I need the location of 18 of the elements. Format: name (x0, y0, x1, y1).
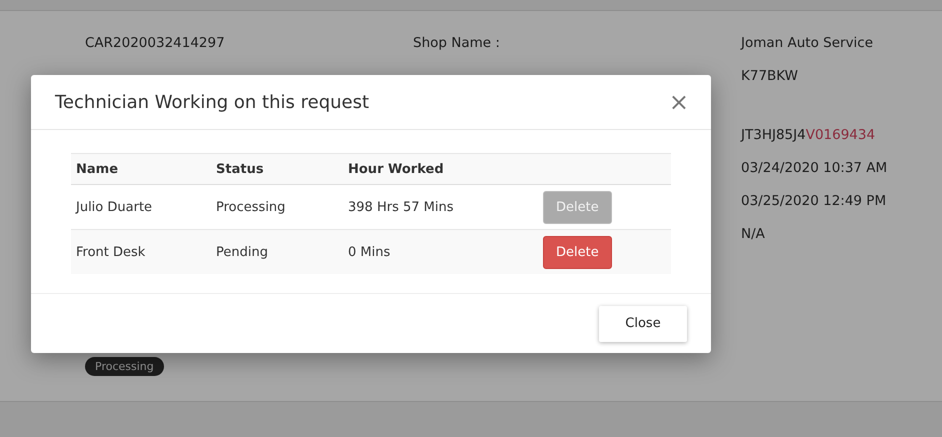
close-button[interactable]: Close (599, 306, 687, 342)
table-cell: Pending (211, 230, 343, 274)
detail-value: Joman Auto Service (741, 34, 874, 53)
table-cell: Front Desk (71, 230, 211, 274)
detail-label: Shop Name : (413, 34, 501, 53)
detail-text: CAR2020032414297 (85, 34, 226, 53)
delete-button[interactable]: Delete (543, 236, 612, 268)
detail-value: K77BKW (741, 67, 800, 86)
detail-value: 03/25/2020 12:49 PM (741, 192, 888, 211)
detail-value: 03/24/2020 10:37 AM (741, 159, 888, 178)
column-header: Status (211, 154, 343, 184)
column-header: Name (71, 154, 211, 184)
column-header: Hour Worked (343, 154, 538, 184)
detail-value: N/A (741, 225, 766, 244)
status-badge: Processing (85, 357, 164, 376)
modal-title: Technician Working on this request (55, 92, 370, 112)
table-cell: 0 Mins (343, 230, 538, 274)
vin-text: JT3HJ85J4V0169434 (741, 126, 876, 145)
